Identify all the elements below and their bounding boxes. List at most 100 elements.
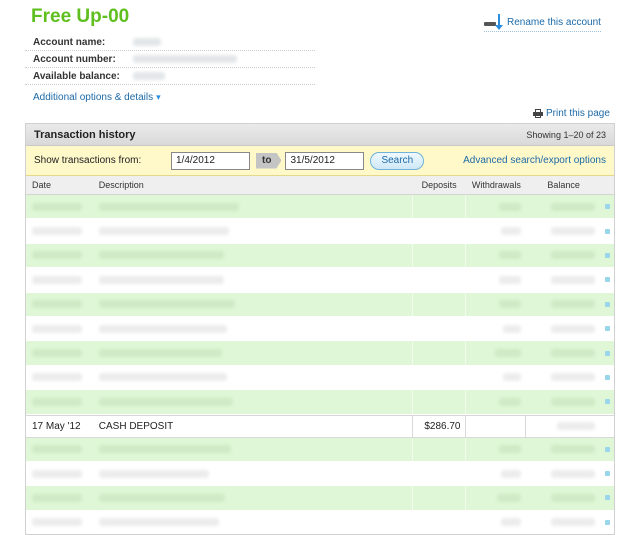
transaction-deposit <box>411 341 467 365</box>
transaction-description-obscured <box>98 341 412 364</box>
row-indicator-icon <box>601 341 614 364</box>
row-indicator-icon <box>601 438 614 461</box>
transaction-date-obscured <box>26 366 99 389</box>
transaction-deposit <box>411 461 467 486</box>
pen-arrow-icon <box>484 14 504 30</box>
transaction-description-obscured <box>98 390 412 413</box>
row-indicator-icon <box>601 511 614 534</box>
account-number-row: Account number: <box>25 51 315 68</box>
row-indicator-icon <box>601 195 614 218</box>
row-indicator-icon <box>601 219 614 242</box>
transaction-date-obscured <box>26 511 99 534</box>
transaction-balance-obscured <box>526 244 601 267</box>
transaction-row[interactable] <box>26 365 614 391</box>
transaction-withdrawal-obscured <box>466 244 526 267</box>
transaction-description-obscured <box>98 317 412 340</box>
transaction-withdrawal-obscured <box>466 219 526 242</box>
transaction-description-obscured <box>98 486 412 509</box>
transaction-deposit: $286.70 <box>411 415 467 437</box>
transaction-row[interactable] <box>26 219 614 244</box>
transaction-date-obscured <box>26 317 99 340</box>
transaction-row[interactable] <box>26 437 614 462</box>
transaction-date-obscured <box>26 195 99 218</box>
row-indicator-icon <box>601 293 614 316</box>
advanced-search-link[interactable]: Advanced search/export options <box>463 155 606 166</box>
transaction-date-obscured <box>26 293 99 316</box>
transaction-withdrawal-obscured <box>466 317 526 340</box>
transaction-withdrawal <box>466 415 527 437</box>
search-button[interactable]: Search <box>370 151 425 170</box>
transaction-date-obscured <box>26 486 99 509</box>
transaction-date-obscured <box>26 268 99 291</box>
transaction-deposit <box>411 437 467 461</box>
transaction-list: 17 May '12 CASH DEPOSIT $286.70 <box>26 195 614 534</box>
transaction-row[interactable] <box>26 341 614 366</box>
transaction-deposit <box>411 390 467 414</box>
transaction-balance-obscured <box>526 486 601 509</box>
print-page-label: Print this page <box>546 108 610 119</box>
transaction-balance-obscured <box>526 438 601 461</box>
transaction-withdrawal-obscured <box>466 390 526 413</box>
row-indicator-icon <box>601 317 614 340</box>
column-withdrawals: Withdrawals <box>471 180 521 190</box>
transaction-date-obscured <box>26 390 99 413</box>
transaction-deposit <box>411 243 467 268</box>
transaction-row[interactable] <box>26 268 614 293</box>
transaction-row[interactable] <box>26 243 614 269</box>
available-balance-label: Available balance: <box>33 70 120 82</box>
transaction-date-obscured <box>26 219 99 242</box>
account-number-value-obscured <box>133 55 315 64</box>
transaction-withdrawal-obscured <box>466 293 526 316</box>
transaction-row[interactable] <box>26 461 614 487</box>
additional-options-link[interactable]: Additional options & details ▾ <box>33 92 161 103</box>
account-title: Free Up-00 <box>31 6 130 27</box>
transaction-balance-obscured <box>526 341 601 364</box>
transaction-balance-obscured <box>526 317 601 340</box>
transaction-date-obscured <box>26 438 99 461</box>
account-number-label: Account number: <box>33 53 116 65</box>
transaction-balance-obscured <box>526 366 601 389</box>
transaction-row[interactable] <box>26 292 614 317</box>
transaction-date: 17 May '12 <box>32 420 81 432</box>
transaction-description-obscured <box>98 244 412 267</box>
transaction-history-title: Transaction history <box>34 128 136 141</box>
transaction-row[interactable]: 17 May '12 CASH DEPOSIT $286.70 <box>26 414 614 438</box>
account-name-row: Account name: <box>25 34 315 51</box>
date-filter-bar: Show transactions from: 1/4/2012 to 31/5… <box>26 146 614 176</box>
transaction-withdrawal-obscured <box>466 195 526 218</box>
rename-account-link[interactable]: Rename this account <box>484 14 601 32</box>
transaction-row[interactable] <box>26 486 614 511</box>
available-balance-value-obscured <box>133 72 315 81</box>
transaction-date-obscured <box>26 244 99 267</box>
transaction-balance-obscured <box>526 219 601 242</box>
transaction-history-panel: Transaction history Showing 1–20 of 23 S… <box>25 123 615 535</box>
transaction-deposit <box>411 510 467 534</box>
transaction-row[interactable] <box>26 510 614 534</box>
showing-count: Showing 1–20 of 23 <box>526 129 606 140</box>
column-balance: Balance <box>547 180 580 190</box>
transaction-row[interactable] <box>26 390 614 415</box>
transaction-balance-obscured <box>526 268 601 291</box>
transaction-description-obscured <box>98 268 412 291</box>
transaction-description-obscured <box>98 462 412 485</box>
transaction-deposit <box>411 365 467 390</box>
transaction-description: CASH DEPOSIT <box>98 420 174 432</box>
column-deposits: Deposits <box>421 180 457 190</box>
transaction-row[interactable] <box>26 195 614 220</box>
date-from-input[interactable]: 1/4/2012 <box>171 151 250 170</box>
transaction-column-headers: Date Description Deposits Withdrawals Ba… <box>26 176 614 195</box>
transaction-balance-obscured <box>526 293 601 316</box>
to-label: to <box>256 152 282 169</box>
column-description: Description <box>98 180 144 190</box>
chevron-double-down-icon: ▾ <box>156 92 161 102</box>
print-page-link[interactable]: Print this page <box>533 108 610 119</box>
rename-account-label: Rename this account <box>507 16 601 28</box>
transaction-row[interactable] <box>26 316 614 342</box>
transaction-deposit <box>411 316 467 341</box>
transaction-withdrawal-obscured <box>466 438 526 461</box>
row-indicator-icon <box>601 390 614 413</box>
transaction-withdrawal-obscured <box>466 366 526 389</box>
transaction-description-obscured <box>98 219 412 242</box>
date-to-input[interactable]: 31/5/2012 <box>285 151 365 170</box>
transaction-deposit <box>411 292 467 316</box>
